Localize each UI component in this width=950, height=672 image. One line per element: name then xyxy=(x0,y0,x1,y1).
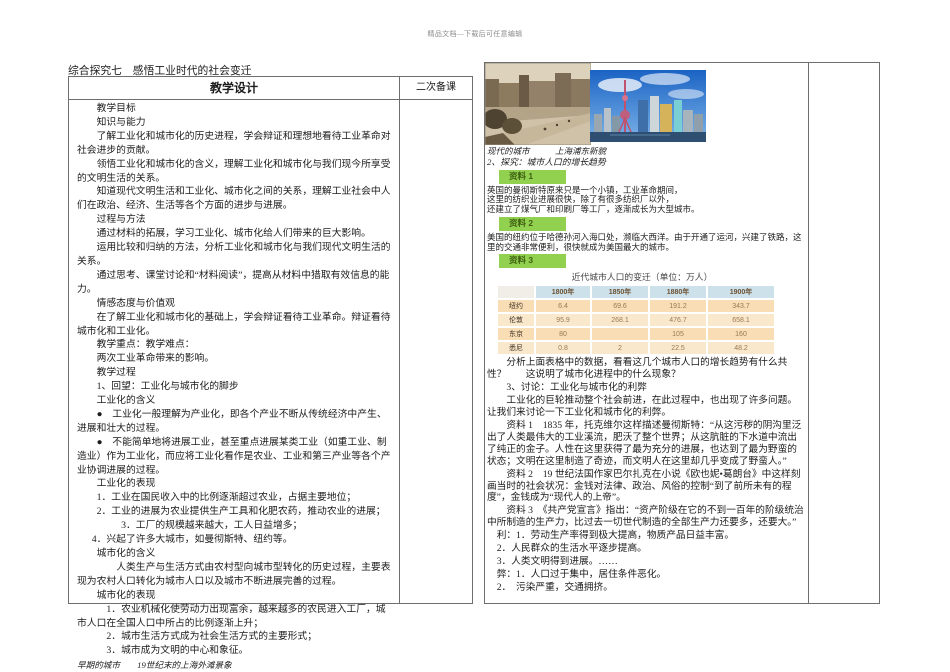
paragraph: 3．城市成为文明的中心和象征。 xyxy=(106,645,249,657)
historic-shanghai-bund-photo xyxy=(485,63,591,145)
paragraph: 2．人民群众的生活水平逐步提高。 xyxy=(496,543,647,555)
population-value: 95.9 xyxy=(536,314,590,327)
paragraph: 人类生产与生活方式由农村型向城市型转化的历史过程，主要表现为农村人口转化为城市人… xyxy=(77,561,391,587)
city-label: 纽约 xyxy=(498,300,534,313)
paragraph: 工业化的含义 xyxy=(96,395,156,407)
population-table-header-row: 1800年 1850年 1880年 1900年 xyxy=(498,286,774,299)
paragraph: 1、回望：工业化与城市化的脚步 xyxy=(96,381,239,393)
paragraph: 3、讨论：工业化与城市化的利弊 xyxy=(506,382,647,394)
table-year-header: 1880年 xyxy=(650,286,706,299)
population-value: 22.5 xyxy=(650,342,706,355)
right-page-content-cell: 现代的城市 上海浦东新貌 2、探究：城市人口的增长趋势资料 1 英国的曼彻斯特原来… xyxy=(485,63,809,603)
paragraph: 运用比较和归纳的方法，分析工业化和城市化与我们现代文明生活的关系。 xyxy=(77,242,391,267)
photo-caption-early-city: 早期的城市 19世纪末的上海外滩景象 xyxy=(77,660,232,671)
paragraph: ● 工业化一般理解为产业化，即各个产业不断从传统经济中产生、进展和壮大的过程。 xyxy=(77,408,387,434)
population-value: 69.6 xyxy=(592,300,648,313)
paragraph: 城市化的表现 xyxy=(96,589,156,601)
population-value: 160 xyxy=(708,328,774,341)
table-header-main: 教学设计 xyxy=(69,77,400,99)
paragraph: 两次工业革命带来的影响。 xyxy=(96,353,215,365)
paragraph: 城市化的含义 xyxy=(96,548,156,559)
photo-caption-modern-city: 现代的城市 上海浦东新貌 xyxy=(487,146,607,156)
paragraph: 通过思考、课堂讨论和“材料阅读”，提高从材料中猎取有效信息的能力。 xyxy=(77,269,390,295)
population-value: 105 xyxy=(650,328,706,341)
table-year-header: 1850年 xyxy=(592,286,648,299)
paragraph: 弊：1．人口过于集中，居住条件恶化。 xyxy=(496,568,667,580)
table-header-row: 教学设计 二次备课 xyxy=(69,77,472,100)
paragraph: 了解工业化和城市化的历史进程，学会辩证和理想地看待工业革命对社会进步的贡献。 xyxy=(77,130,391,156)
paragraph: 教学目标 xyxy=(96,103,136,114)
population-value: 268.1 xyxy=(592,314,648,327)
population-table-title: 近代城市人口的变迁（单位：万人） xyxy=(571,272,713,283)
document-canvas: { "header_note": "精品文档—下载后可任意编辑", "lesso… xyxy=(0,0,950,672)
watermark-note: 精品文档—下载后可任意编辑 xyxy=(427,30,523,38)
paragraph: 情感态度与价值观 xyxy=(96,297,175,309)
material-badge: 资料 3 xyxy=(499,254,566,269)
population-value: 0.8 xyxy=(536,342,590,355)
paragraph: 教学过程 xyxy=(96,367,136,379)
right-content-blocks: 2、探究：城市人口的增长趋势资料 1 英国的曼彻斯特原来只是一个小镇，工业革命期间… xyxy=(487,157,806,594)
teaching-design-table-continued: 现代的城市 上海浦东新貌 2、探究：城市人口的增长趋势资料 1 英国的曼彻斯特原来… xyxy=(484,62,880,604)
paragraph: 教学重点：教学难点： xyxy=(96,339,195,351)
paragraph: 工业化的巨轮推动整个社会前进，在此过程中，也出现了许多问题。让我们来讨论一下工业… xyxy=(487,395,798,419)
paragraph: 领悟工业化和城市化的含义，理解工业化和城市化与我们现今所享受的文明生活的关系。 xyxy=(77,158,391,184)
table-year-header: 1900年 xyxy=(708,286,774,299)
city-label: 悉尼 xyxy=(498,342,534,355)
paragraph: 4．兴起了许多大城市，如曼彻斯特、纽约等。 xyxy=(91,534,293,546)
left-page-content-cell: 教学目标知识与能力了解工业化和城市化的历史进程，学会辩证和理想地看待工业革命对社… xyxy=(69,100,400,670)
paragraph: 3．工厂的规模越来越大，工人日益增多； xyxy=(121,520,303,532)
paragraph: 资料 3 《共产党宣言》指出：“资产阶级在它的不到一百年的阶级统治中所制造的生产… xyxy=(487,505,804,529)
secondary-prep-empty-column xyxy=(400,100,472,603)
population-table: 1800年 1850年 1880年 1900年 纽约 6.4 69.6 191.2 343.7 伦… xyxy=(496,284,776,356)
paragraph: 美国的纽约位于哈德孙河入海口处，濒临大西洋。由于开通了运河，兴建了铁路，这里的交… xyxy=(487,231,802,252)
paragraph: 1．工业在国民收入中的比例逐渐超过农业，占据主要地位； xyxy=(96,492,357,504)
population-table-row: 纽约 6.4 69.6 191.2 343.7 xyxy=(498,300,774,313)
population-table-row: 悉尼 0.8 2 22.5 48.2 xyxy=(498,342,774,355)
population-value: 658.1 xyxy=(708,314,774,327)
population-value: 6.4 xyxy=(536,300,590,313)
population-value: 191.2 xyxy=(650,300,706,313)
population-table-row: 东京 80 105 160 xyxy=(498,328,774,341)
paragraph: 1．农业机械化使劳动力出现富余，越来越多的农民进入工厂，城市人口在全国人口中所占… xyxy=(77,603,386,629)
paragraph: 英国的曼彻斯特原来只是一个小镇，工业革命期间， 这里的纺织业进展很快，除了有很多纺… xyxy=(487,184,700,215)
population-table-row: 伦敦 95.9 268.1 476.7 658.1 xyxy=(498,314,774,327)
city-label: 东京 xyxy=(498,328,534,341)
paragraph: 2．城市生活方式成为社会生活方式的主要形式； xyxy=(106,631,318,643)
paragraph: 工业化的表现 xyxy=(96,478,156,490)
teaching-design-table: 教学设计 二次备课 教学目标知识与能力了解工业化和城市化的历史进程，学会辩证和理… xyxy=(68,76,473,670)
section-heading: 2、探究：城市人口的增长趋势 xyxy=(487,157,606,167)
right-empty-side-column xyxy=(809,63,879,603)
paragraph: 利：1．劳动生产率得到极大提高，物质产品日益丰富。 xyxy=(496,530,735,542)
paragraph: ● 不能简单地将进展工业，甚至重点进展某类工业（如重工业、制造业）作为工业化，而… xyxy=(77,436,391,476)
paragraph: 通过材料的拓展，学习工业化、城市化给人们带来的巨大影响。 xyxy=(96,228,371,240)
population-value: 80 xyxy=(536,328,590,341)
modern-pudong-skyline-photo xyxy=(590,70,706,142)
table-header-secondary-prep: 二次备课 xyxy=(416,82,456,93)
paragraph: 分析上面表格中的数据，看看这几个城市人口的增长趋势有什么共性？ 这说明了城市化进… xyxy=(487,357,788,381)
population-value: 476.7 xyxy=(650,314,706,327)
table-year-header: 1800年 xyxy=(536,286,590,299)
population-value: 48.2 xyxy=(708,342,774,355)
photo-strip xyxy=(485,63,806,145)
paragraph: 知识与能力 xyxy=(96,116,146,128)
material-badge: 资料 1 xyxy=(499,169,566,184)
material-badge: 资料 2 xyxy=(499,216,566,231)
paragraph: 资料 2 19 世纪法国作家巴尔扎克在小说《欧也妮•葛朗台》中这样刻画当时的社会… xyxy=(487,468,801,504)
paragraph: 2． 污染严重，交通拥挤。 xyxy=(496,581,613,593)
paragraph: 在了解工业化和城市化的基础上，学会辩证看待工业革命。辩证看待城市化和工业化。 xyxy=(77,311,391,337)
paragraph: 2．工业的进展为农业提供生产工具和化肥农药，推动农业的进展； xyxy=(96,506,386,518)
paragraph: 过程与方法 xyxy=(96,214,146,226)
population-value xyxy=(592,328,648,341)
paragraph: 资料 1 1835 年，托克维尔这样描述曼彻斯特：“从这污秽的阴沟里泛出了人类最… xyxy=(487,420,802,467)
population-value: 343.7 xyxy=(708,300,774,313)
table-corner-cell xyxy=(498,286,534,299)
paragraph: 知道现代文明生活和工业化、城市化之间的关系，理解工业社会中人们在政治、经济、生活… xyxy=(77,186,391,212)
population-value: 2 xyxy=(592,342,648,355)
paragraph: 3．人类文明得到进展。…… xyxy=(496,555,618,567)
city-label: 伦敦 xyxy=(498,314,534,327)
